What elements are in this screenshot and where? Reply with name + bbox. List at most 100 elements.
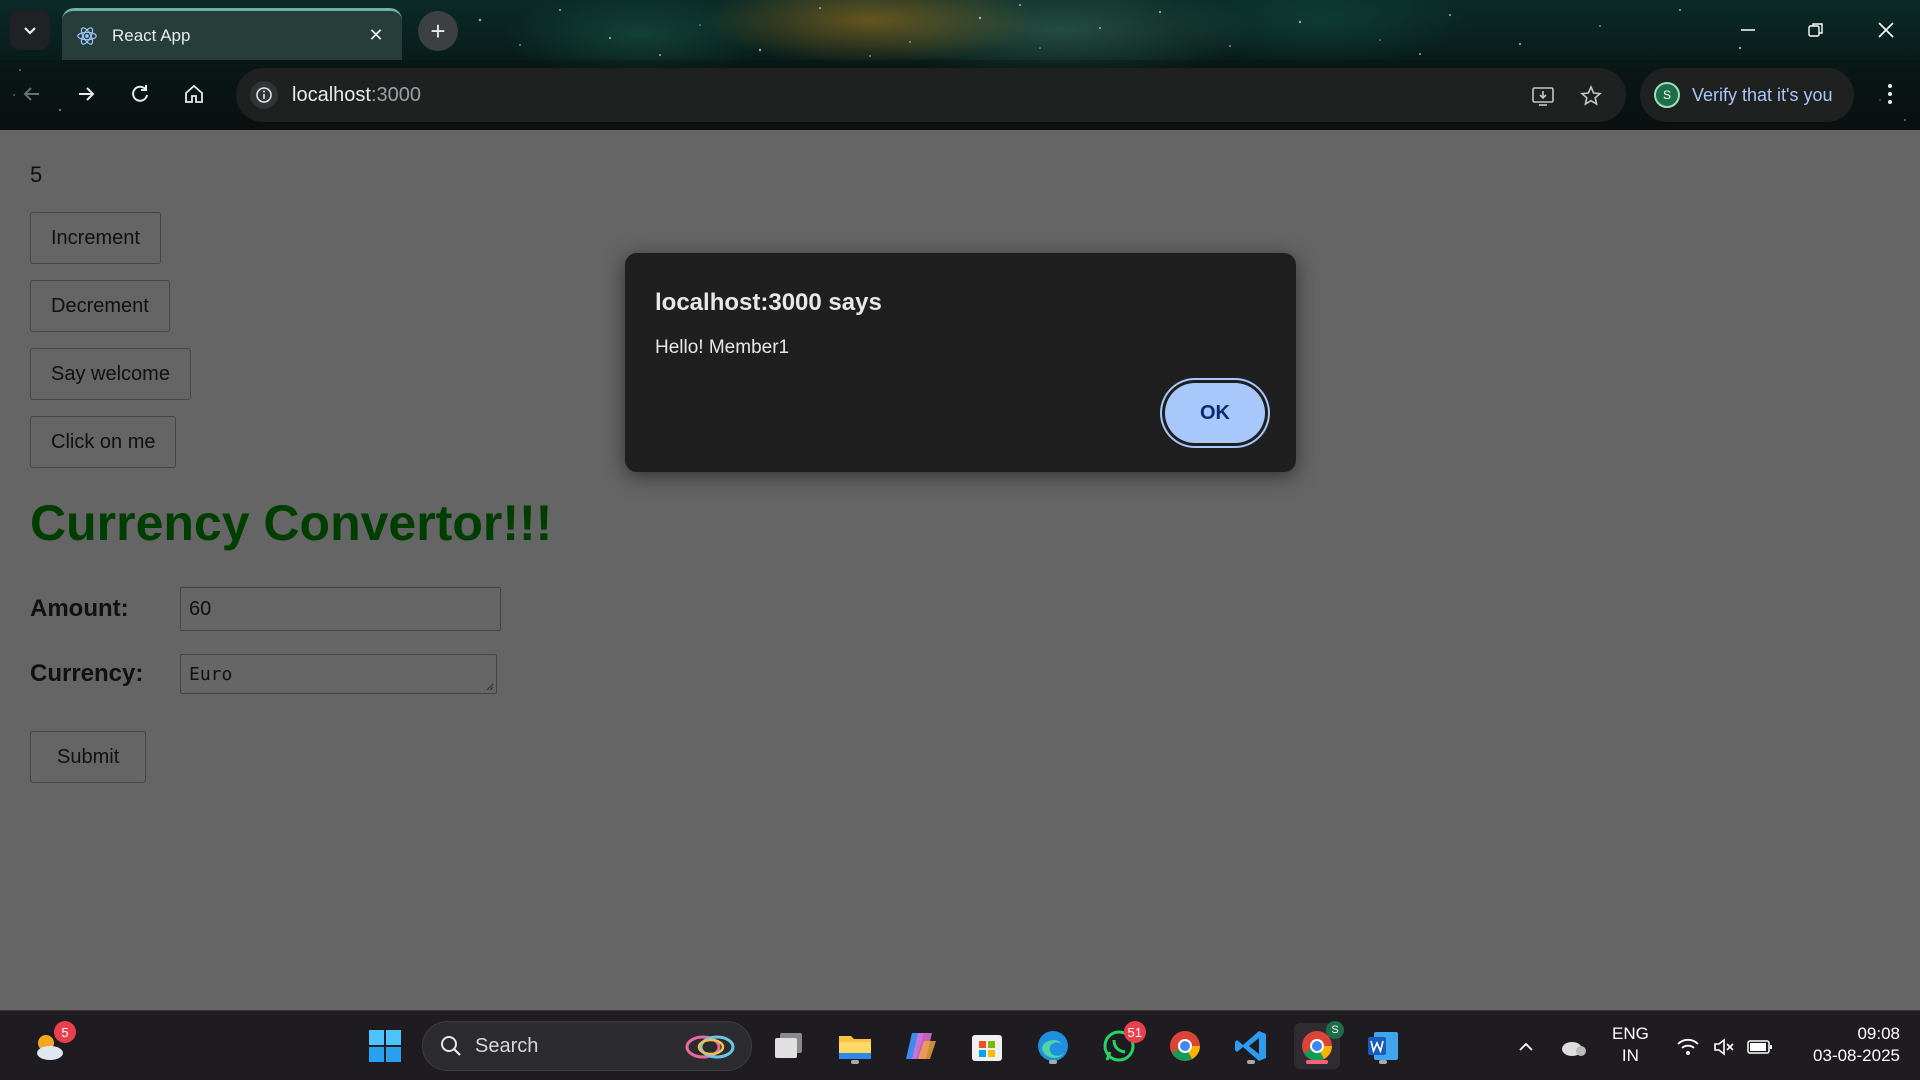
forward-button[interactable] (66, 74, 106, 114)
decrement-button[interactable]: Decrement (30, 280, 170, 332)
chrome-profile-badge: S (1326, 1021, 1344, 1039)
page-viewport: 5 Increment Decrement Say welcome Click … (0, 130, 1920, 1010)
amount-label: Amount: (30, 595, 129, 622)
counter-value: 5 (30, 162, 43, 187)
copilot-icon (906, 1033, 936, 1059)
address-bar[interactable]: localhost:3000 (236, 68, 1626, 122)
browser-toolbar: localhost:3000 S Verify that it's you (0, 60, 1920, 130)
close-icon (1878, 22, 1894, 38)
running-indicator (1049, 1060, 1057, 1064)
click-on-me-button[interactable]: Click on me (30, 416, 177, 468)
region-code: IN (1621, 1046, 1639, 1065)
weather-widget[interactable]: 5 (26, 1021, 76, 1069)
store-icon (972, 1035, 1002, 1061)
verify-profile-chip[interactable]: S Verify that it's you (1640, 68, 1854, 122)
dialog-message: Hello! Member1 (655, 337, 790, 358)
chevron-up-icon (1519, 1042, 1533, 1051)
weather-badge: 5 (54, 1021, 76, 1043)
restore-icon (1808, 23, 1823, 37)
currency-value: Euro (189, 663, 233, 685)
battery-icon (1747, 1040, 1772, 1054)
currency-label: Currency: (30, 660, 144, 687)
active-indicator (1306, 1060, 1328, 1064)
arrow-right-icon (79, 87, 95, 101)
page-heading: Currency Convertor!!! (30, 495, 553, 551)
site-info-button[interactable] (250, 81, 278, 109)
taskbar-word[interactable] (1360, 1023, 1406, 1069)
star-icon (1580, 84, 1602, 106)
info-icon (256, 87, 272, 103)
onedrive-tray[interactable] (1560, 1033, 1588, 1061)
start-button[interactable] (362, 1023, 408, 1069)
say-welcome-button[interactable]: Say welcome (30, 348, 191, 400)
search-highlight-icon (685, 1035, 735, 1059)
whatsapp-badge: 51 (1123, 1021, 1146, 1043)
browser-chrome: React App ✕ + localhost:3000 S Verify th… (0, 0, 1920, 130)
tab-react-app[interactable]: React App ✕ (62, 8, 402, 60)
dialog-title: localhost:3000 says (655, 289, 882, 316)
taskbar-task-view[interactable] (766, 1023, 812, 1069)
taskbar-file-explorer[interactable] (832, 1023, 878, 1069)
chevron-down-icon (24, 27, 36, 35)
language-indicator[interactable]: ENG IN (1612, 1023, 1649, 1067)
taskbar-chrome[interactable] (1162, 1023, 1208, 1069)
new-tab-button[interactable]: + (418, 11, 458, 51)
back-button[interactable] (12, 74, 52, 114)
react-logo-icon (77, 26, 97, 45)
taskbar-search[interactable]: Search (422, 1021, 752, 1071)
verify-label: Verify that it's you (1692, 84, 1833, 105)
search-icon (441, 1036, 461, 1056)
tab-search-button[interactable] (10, 10, 50, 50)
minimize-icon (1741, 29, 1755, 31)
running-indicator (1247, 1060, 1255, 1064)
clock-time: 09:08 (1857, 1024, 1900, 1043)
profile-avatar: S (1654, 82, 1680, 108)
restore-button[interactable] (1786, 10, 1846, 50)
language-code: ENG (1612, 1024, 1649, 1043)
tab-title: React App (112, 25, 191, 45)
url-host: localhost (292, 83, 371, 106)
volume-tray[interactable] (1710, 1033, 1738, 1061)
currency-textarea[interactable]: Euro (180, 654, 497, 694)
increment-button[interactable]: Increment (30, 212, 161, 264)
running-indicator (851, 1060, 859, 1064)
taskbar-edge[interactable] (1030, 1023, 1076, 1069)
taskbar-vscode[interactable] (1228, 1023, 1274, 1069)
home-button[interactable] (174, 74, 214, 114)
home-icon (185, 84, 203, 103)
clock[interactable]: 09:08 03-08-2025 (1790, 1023, 1900, 1067)
kebab-menu-icon (1888, 84, 1892, 104)
reload-button[interactable] (120, 74, 160, 114)
reload-icon (132, 85, 148, 102)
browser-menu-button[interactable] (1870, 74, 1910, 114)
taskbar-whatsapp[interactable]: 51 (1096, 1021, 1146, 1069)
wifi-tray[interactable] (1674, 1033, 1702, 1061)
taskbar-microsoft-store[interactable] (964, 1023, 1010, 1069)
close-window-button[interactable] (1856, 10, 1916, 50)
install-app-button[interactable] (1528, 81, 1558, 111)
submit-button[interactable]: Submit (30, 731, 147, 783)
chrome-icon (1170, 1031, 1200, 1061)
running-indicator (1379, 1060, 1387, 1064)
taskbar-chrome-active[interactable]: S (1294, 1021, 1344, 1069)
minimize-button[interactable] (1718, 10, 1778, 50)
taskbar-copilot[interactable] (898, 1023, 944, 1069)
url-text: localhost:3000 (292, 84, 421, 107)
ok-button[interactable]: OK (1165, 383, 1265, 443)
cloud-icon (1562, 1042, 1586, 1056)
task-view-icon (775, 1033, 802, 1058)
amount-input[interactable]: 60 (180, 587, 501, 631)
plus-icon: + (430, 15, 446, 46)
resize-grip-icon[interactable] (484, 681, 494, 691)
battery-tray[interactable] (1746, 1033, 1774, 1061)
amount-value: 60 (189, 597, 212, 620)
install-icon (1532, 87, 1554, 106)
taskbar: 5 Search 51 S ENG IN 09:08 03-08-2025 (0, 1010, 1920, 1080)
wifi-icon (1677, 1038, 1699, 1055)
bookmark-button[interactable] (1576, 81, 1606, 111)
tab-close-icon[interactable]: ✕ (364, 25, 388, 46)
show-hidden-icons-button[interactable] (1512, 1033, 1540, 1061)
alert-dialog: localhost:3000 says Hello! Member1 OK (625, 253, 1296, 472)
windows-logo-icon (369, 1030, 401, 1062)
search-label: Search (475, 1034, 539, 1057)
